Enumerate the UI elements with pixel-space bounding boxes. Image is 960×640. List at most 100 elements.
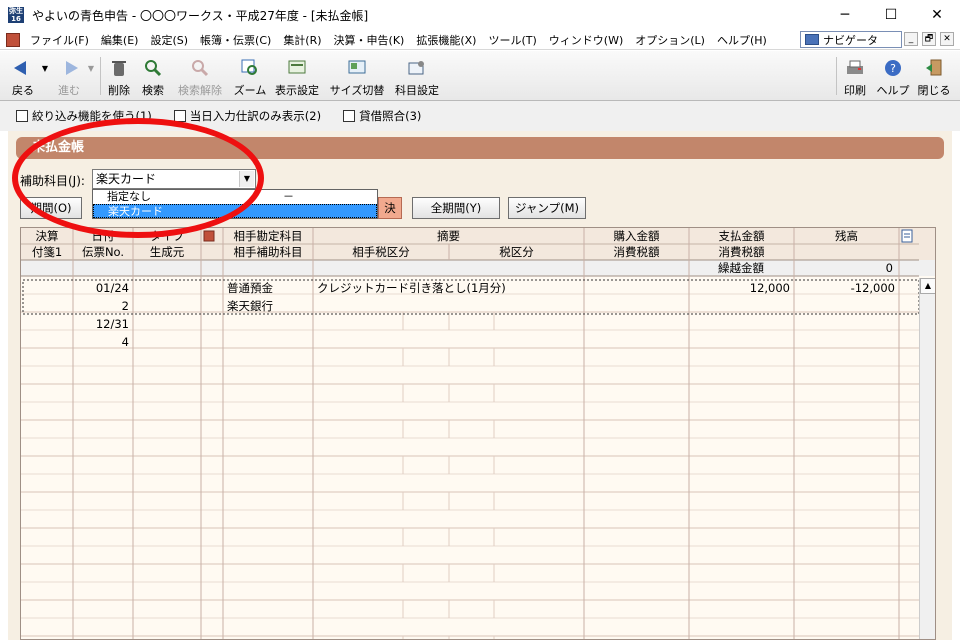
annotation-oval: [12, 118, 264, 238]
menu-tools[interactable]: ツール(T): [482, 32, 542, 48]
menu-bar: ファイル(F) 編集(E) 設定(S) 帳簿・伝票(C) 集計(R) 決算・申告…: [0, 30, 960, 50]
close-label: 閉じる: [917, 84, 951, 97]
mdi-close-button[interactable]: ✕: [940, 32, 954, 46]
exit-door-icon: [923, 57, 945, 79]
col-header-purchase-tax[interactable]: 消費税額: [584, 244, 689, 260]
mdi-restore-button[interactable]: 🗗: [922, 32, 936, 46]
row-memo[interactable]: クレジットカード引き落とし(1月分): [317, 279, 506, 297]
balance-ref-checkbox[interactable]: 貸借照合(3): [343, 108, 421, 124]
toolbar: 戻る ▼ 進む ▼ 削除 検索 検索解除 ズーム 表示設定 サイズ切替 科目設定…: [0, 51, 960, 101]
carry-label: 繰越金額: [718, 261, 764, 275]
maximize-button[interactable]: ☐: [868, 0, 914, 30]
scroll-up-arrow-icon[interactable]: ▲: [920, 278, 935, 294]
ledger-grid: 決算 日付 タイプ 相手勘定科目 摘要 購入金額 支払金額 残高 付箋1 伝票N…: [20, 227, 936, 640]
col-header-payment-tax[interactable]: 消費税額: [689, 244, 794, 260]
print-label: 印刷: [844, 84, 866, 97]
col-header-memo[interactable]: 摘要: [313, 228, 584, 244]
search-button[interactable]: 検索: [138, 53, 168, 99]
row-slip-no[interactable]: 4: [73, 333, 133, 351]
account-settings-icon: [406, 57, 428, 79]
col-header-slip-no[interactable]: 伝票No.: [73, 244, 133, 260]
navigator-button[interactable]: ナビゲータ: [800, 31, 902, 48]
search-label: 検索: [142, 84, 164, 97]
forward-dropdown[interactable]: ▼: [86, 53, 96, 99]
delete-label: 削除: [108, 84, 130, 97]
option-separator: －: [283, 190, 294, 203]
carry-value: 0: [885, 261, 893, 275]
col-header-payment[interactable]: 支払金額: [689, 228, 794, 244]
menu-file[interactable]: ファイル(F): [24, 32, 95, 48]
col-header-counter-sub[interactable]: 相手補助科目: [223, 244, 313, 260]
col-header-sticky[interactable]: 付箋1: [21, 244, 73, 260]
row-sub-account[interactable]: 楽天銀行: [227, 297, 273, 315]
forward-arrow-icon: [58, 57, 80, 79]
help-icon: ?: [882, 57, 904, 79]
zoom-button[interactable]: ズーム: [232, 53, 268, 99]
svg-text:?: ?: [890, 62, 896, 75]
trash-icon: [108, 57, 130, 79]
menu-extensions[interactable]: 拡張機能(X): [410, 32, 482, 48]
col-header-settle[interactable]: 決算: [21, 228, 73, 244]
mdi-minimize-button[interactable]: _: [904, 32, 918, 46]
jump-button[interactable]: ジャンプ(M): [508, 197, 586, 219]
clear-search-label: 検索解除: [178, 84, 222, 97]
today-only-checkbox[interactable]: 当日入力仕訳のみ表示(2): [173, 108, 322, 124]
delete-button[interactable]: 削除: [104, 53, 134, 99]
minimize-button[interactable]: ─: [822, 0, 868, 30]
menu-window[interactable]: ウィンドウ(W): [543, 32, 629, 48]
row-date[interactable]: 12/31: [73, 315, 133, 333]
menu-options[interactable]: オプション(L): [629, 32, 711, 48]
col-header-purchase[interactable]: 購入金額: [584, 228, 689, 244]
all-period-button[interactable]: 全期間(Y): [412, 197, 500, 219]
menu-settlement[interactable]: 決算・申告(K): [328, 32, 411, 48]
row-balance[interactable]: -12,000: [794, 279, 899, 297]
account-settings-label: 科目設定: [395, 84, 439, 97]
menu-settings[interactable]: 設定(S): [144, 32, 194, 48]
col-header-source[interactable]: 生成元: [133, 244, 201, 260]
back-arrow-icon: [12, 57, 34, 79]
zoom-icon: [239, 57, 261, 79]
print-button[interactable]: 印刷: [840, 53, 870, 99]
col-header-counter-tax[interactable]: 相手税区分: [313, 244, 449, 260]
size-toggle-label: サイズ切替: [329, 84, 385, 97]
checkbox-box[interactable]: [16, 110, 28, 122]
display-settings-label: 表示設定: [275, 84, 319, 97]
row-payment[interactable]: 12,000: [689, 279, 794, 297]
help-label: ヘルプ: [876, 84, 910, 97]
settlement-button[interactable]: 決: [378, 197, 402, 219]
document-icon[interactable]: [6, 32, 20, 47]
navigator-icon: [805, 34, 819, 45]
balance-ref-label: 貸借照合(3): [359, 109, 422, 123]
zoom-label: ズーム: [233, 84, 267, 97]
back-label: 戻る: [12, 84, 34, 97]
close-button[interactable]: 閉じる: [914, 53, 954, 99]
title-bar: 弥生16 やよいの青色申告 - 〇〇〇ワークス・平成27年度 - [未払金帳] …: [0, 0, 960, 30]
display-settings-button[interactable]: 表示設定: [270, 53, 324, 99]
help-button[interactable]: ? ヘルプ: [876, 53, 910, 99]
printer-icon: [844, 57, 866, 79]
chevron-down-icon: ▼: [87, 63, 95, 73]
col-header-counter-account[interactable]: 相手勘定科目: [223, 228, 313, 244]
menu-help[interactable]: ヘルプ(H): [711, 32, 773, 48]
menu-books[interactable]: 帳簿・伝票(C): [194, 32, 277, 48]
row-date[interactable]: 01/24: [73, 279, 133, 297]
clear-search-icon: [189, 57, 211, 79]
menu-edit[interactable]: 編集(E): [95, 32, 145, 48]
menu-aggregate[interactable]: 集計(R): [277, 32, 327, 48]
account-settings-button[interactable]: 科目設定: [390, 53, 444, 99]
display-settings-icon: [286, 57, 308, 79]
vertical-scrollbar[interactable]: ▲: [919, 278, 935, 639]
row-slip-no[interactable]: 2: [73, 297, 133, 315]
col-header-tax[interactable]: 税区分: [449, 244, 584, 260]
forward-label: 進む: [58, 84, 80, 97]
col-header-balance[interactable]: 残高: [794, 228, 899, 244]
checkbox-box[interactable]: [343, 110, 356, 122]
back-dropdown[interactable]: ▼: [40, 53, 50, 99]
navigator-label: ナビゲータ: [823, 33, 878, 47]
close-window-button[interactable]: ✕: [914, 0, 960, 30]
size-toggle-button[interactable]: サイズ切替: [328, 53, 386, 99]
today-only-label: 当日入力仕訳のみ表示(2): [189, 109, 322, 123]
search-icon: [142, 57, 164, 79]
clear-search-button[interactable]: 検索解除: [172, 53, 228, 99]
row-account[interactable]: 普通預金: [227, 279, 273, 297]
